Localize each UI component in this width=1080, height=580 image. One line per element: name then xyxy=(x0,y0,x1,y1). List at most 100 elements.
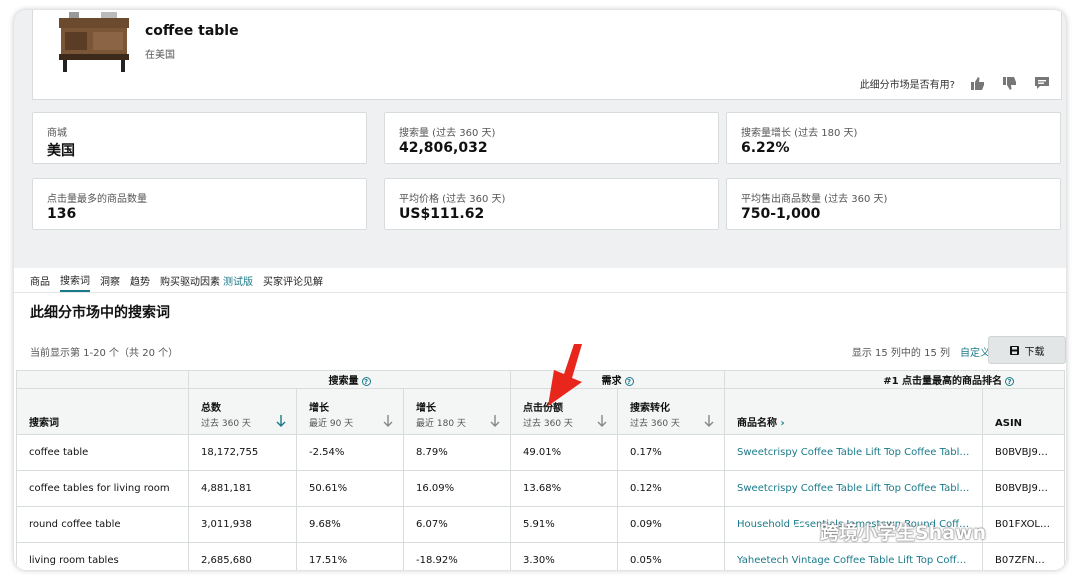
metric-average-price: 平均价格 (过去 360 天) US$111.62 xyxy=(384,178,719,230)
sort-arrow-icon xyxy=(490,415,500,427)
segment-title: coffee table xyxy=(145,23,239,39)
tab-label: 购买驱动因素 xyxy=(160,276,220,288)
tab-review-insights[interactable]: 买家评论见解 xyxy=(263,270,323,291)
cell-growth-180: 6.07% xyxy=(402,506,512,543)
metric-value: 42,806,032 xyxy=(399,140,488,156)
annotation-arrow-icon xyxy=(548,344,582,406)
sort-arrow-icon xyxy=(383,415,393,427)
cell-term: living room tables xyxy=(16,542,189,570)
download-label: 下载 xyxy=(1024,346,1045,358)
metric-marketplace: 商城 美国 xyxy=(32,112,367,164)
cell-conversion: 0.09% xyxy=(617,506,726,543)
metric-label: 搜索量增长 (过去 180 天) xyxy=(741,128,858,139)
group-header-top-product: #1 点击量最高的商品排名? xyxy=(724,370,1066,389)
cell-growth-90: 50.61% xyxy=(296,470,404,507)
tab-trends[interactable]: 趋势 xyxy=(130,270,150,291)
metric-label: 平均售出商品数量 (过去 360 天) xyxy=(741,194,888,205)
segment-marketplace: 在美国 xyxy=(145,50,175,61)
cell-conversion: 0.17% xyxy=(617,434,726,471)
download-button[interactable]: 下载 xyxy=(988,336,1066,364)
metric-value: US$111.62 xyxy=(399,206,485,222)
tab-purchase-drivers[interactable]: 购买驱动因素 测试版 xyxy=(160,270,253,291)
table-row: coffee tables for living room 4,881,181 … xyxy=(16,470,1066,507)
table-row: round coffee table 3,011,938 9.68% 6.07%… xyxy=(16,506,1066,543)
group-header-volume: 搜索量? xyxy=(187,370,512,389)
tab-insights[interactable]: 洞察 xyxy=(100,270,120,291)
metric-value: 6.22% xyxy=(741,140,790,156)
cell-product-link[interactable]: Yaheetech Vintage Coffee Table Lift Top … xyxy=(724,542,984,570)
metric-label: 商城 xyxy=(47,128,67,139)
sort-arrow-icon xyxy=(276,415,286,427)
help-icon[interactable]: ? xyxy=(361,376,371,386)
table-row: coffee table 18,172,755 -2.54% 8.79% 49.… xyxy=(16,434,1066,471)
col-header-conversion[interactable]: 搜索转化 过去 360 天 xyxy=(617,388,726,435)
cell-click-share: 49.01% xyxy=(510,434,619,471)
cell-product-link[interactable]: Sweetcrispy Coffee Table Lift Top Coffee… xyxy=(724,434,984,471)
cell-asin: B0BVBJ9NJX xyxy=(982,470,1066,507)
cell-asin: B0BVBJ9NJX xyxy=(982,434,1066,471)
cell-total: 4,881,181 xyxy=(188,470,297,507)
cell-click-share: 5.91% xyxy=(510,506,619,543)
col-header-product-name[interactable]: 商品名称 › xyxy=(724,388,984,435)
col-header-term[interactable]: 搜索词 xyxy=(16,388,189,435)
sort-arrow-icon xyxy=(597,415,607,427)
search-terms-table: 搜索量? 需求? #1 点击量最高的商品排名? 搜索词 总数 过去 360 天 增… xyxy=(16,370,1066,570)
cell-growth-90: 17.51% xyxy=(296,542,404,570)
app-frame: coffee table 在美国 此细分市场是否有用? 商城 美国 搜索量 (过… xyxy=(14,10,1066,570)
tab-products[interactable]: 商品 xyxy=(30,270,50,291)
cell-growth-90: -2.54% xyxy=(296,434,404,471)
metric-value: 136 xyxy=(47,206,77,222)
cell-total: 18,172,755 xyxy=(188,434,297,471)
col-header-total[interactable]: 总数 过去 360 天 xyxy=(188,388,297,435)
cell-term: coffee tables for living room xyxy=(16,470,189,507)
cell-growth-180: -18.92% xyxy=(402,542,512,570)
metric-label: 点击量最多的商品数量 xyxy=(47,194,147,205)
search-terms-panel: 商品 搜索词 洞察 趋势 购买驱动因素 测试版 买家评论见解 此细分市场中的搜索词… xyxy=(14,268,1066,570)
feedback-bar: 此细分市场是否有用? xyxy=(860,75,1051,91)
beta-badge: 测试版 xyxy=(223,276,253,288)
cell-asin: B01FXOLJBQ xyxy=(982,506,1066,543)
cell-asin: B07ZFNN72Z xyxy=(982,542,1066,570)
segment-tabs: 商品 搜索词 洞察 趋势 购买驱动因素 测试版 买家评论见解 xyxy=(30,268,323,292)
cell-total: 3,011,938 xyxy=(188,506,297,543)
sort-arrow-icon xyxy=(704,415,714,427)
columns-count: 显示 15 列中的 15 列 xyxy=(851,348,950,359)
save-icon xyxy=(1009,345,1019,355)
metric-value: 750-1,000 xyxy=(741,206,821,222)
comment-icon[interactable] xyxy=(1033,75,1051,91)
cell-growth-180: 8.79% xyxy=(402,434,512,471)
help-icon[interactable]: ? xyxy=(1005,376,1015,386)
metric-search-volume: 搜索量 (过去 360 天) 42,806,032 xyxy=(384,112,719,164)
segment-header-card: coffee table 在美国 此细分市场是否有用? xyxy=(32,10,1062,100)
thumbs-down-icon[interactable] xyxy=(1001,75,1019,91)
cell-total: 2,685,680 xyxy=(188,542,297,570)
cell-growth-90: 9.68% xyxy=(296,506,404,543)
tab-search-terms[interactable]: 搜索词 xyxy=(60,269,90,292)
results-count: 当前显示第 1-20 个（共 20 个） xyxy=(30,348,179,359)
metric-value: 美国 xyxy=(47,143,75,159)
thumbs-up-icon[interactable] xyxy=(969,75,987,91)
metric-search-growth: 搜索量增长 (过去 180 天) 6.22% xyxy=(726,112,1061,164)
chevron-right-icon: › xyxy=(780,418,785,429)
cell-product-link[interactable]: Sweetcrispy Coffee Table Lift Top Coffee… xyxy=(724,470,984,507)
help-icon[interactable]: ? xyxy=(624,376,634,386)
cell-growth-180: 16.09% xyxy=(402,470,512,507)
metric-average-units-sold: 平均售出商品数量 (过去 360 天) 750-1,000 xyxy=(726,178,1061,230)
cell-term: coffee table xyxy=(16,434,189,471)
metric-most-clicked-products: 点击量最多的商品数量 136 xyxy=(32,178,367,230)
product-thumbnail xyxy=(53,12,133,74)
tabs-divider xyxy=(14,292,1066,293)
columns-info: 显示 15 列中的 15 列 自定义列 xyxy=(852,344,1000,359)
cell-term: round coffee table xyxy=(16,506,189,543)
cell-click-share: 3.30% xyxy=(510,542,619,570)
col-header-asin[interactable]: ASIN xyxy=(982,388,1066,435)
col-header-growth-180[interactable]: 增长 最近 180 天 xyxy=(402,388,512,435)
group-header-empty xyxy=(16,370,189,389)
metric-label: 平均价格 (过去 360 天) xyxy=(399,194,506,205)
feedback-question: 此细分市场是否有用? xyxy=(859,79,955,91)
col-header-growth-90[interactable]: 增长 最近 90 天 xyxy=(296,388,404,435)
cell-product-link[interactable]: Household Essentials Jamestown Round Cof… xyxy=(724,506,984,543)
cell-click-share: 13.68% xyxy=(510,470,619,507)
metric-label: 搜索量 (过去 360 天) xyxy=(399,128,496,139)
section-title: 此细分市场中的搜索词 xyxy=(30,305,170,321)
